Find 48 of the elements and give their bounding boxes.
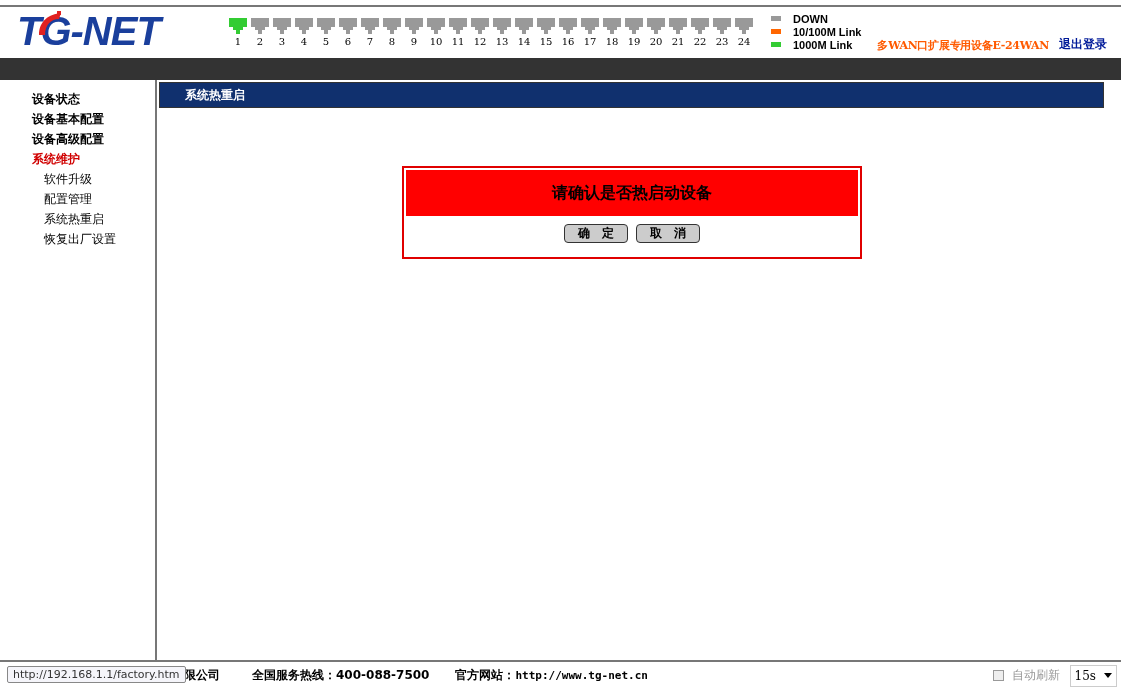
legend-label: 10/100M Link xyxy=(793,25,862,38)
port-number: 12 xyxy=(473,36,487,47)
port-number: 9 xyxy=(410,36,418,47)
dropdown-arrow-icon xyxy=(1104,673,1112,678)
sidebar-item[interactable]: 设备高级配置 xyxy=(32,132,104,147)
port-number: 18 xyxy=(605,36,619,47)
device-name: 多WAN口扩展专用设备E-24WAN xyxy=(877,38,1049,53)
sidebar-item[interactable]: 设备基本配置 xyxy=(32,112,104,127)
port-number: 11 xyxy=(451,36,465,47)
port-number: 6 xyxy=(344,36,352,47)
port-number: 16 xyxy=(561,36,575,47)
confirm-message: 请确认是否热启动设备 xyxy=(405,170,858,216)
port-number: 15 xyxy=(539,36,553,47)
port-number: 20 xyxy=(649,36,663,47)
sidebar-item[interactable]: 系统维护 xyxy=(32,152,80,167)
port-number: 5 xyxy=(322,36,330,47)
port-number: 19 xyxy=(627,36,641,47)
legend-label: 1000M Link xyxy=(793,38,853,51)
sidebar-subitem[interactable]: 软件升级 xyxy=(44,172,92,187)
port-number: 17 xyxy=(583,36,597,47)
port-number: 4 xyxy=(300,36,308,47)
website-text: 官方网站：http://www.tg-net.cn xyxy=(455,667,648,684)
port-number: 1 xyxy=(234,36,242,47)
port-number: 3 xyxy=(278,36,286,47)
port-number: 8 xyxy=(388,36,396,47)
hotline-text: 全国服务热线：400-088-7500 xyxy=(252,667,430,684)
checkbox-label: 自动刷新 xyxy=(1011,667,1060,684)
sidebar-item[interactable]: 设备状态 xyxy=(32,92,80,107)
cancel-button[interactable]: 取 消 xyxy=(635,224,700,243)
port-number: 2 xyxy=(256,36,264,47)
port-number: 21 xyxy=(671,36,685,47)
sidebar-subitem[interactable]: 配置管理 xyxy=(44,192,92,207)
page-title: 系统热重启 xyxy=(159,82,1104,108)
port-number: 7 xyxy=(366,36,374,47)
confirm-button[interactable]: 确 定 xyxy=(563,224,628,243)
port-number: 10 xyxy=(429,36,443,47)
logout-link[interactable]: 退出登录 xyxy=(1059,36,1107,53)
interval-dropdown[interactable]: 15s xyxy=(1069,664,1117,687)
port-number: 24 xyxy=(737,36,751,47)
status-tooltip: http://192.168.1.1/factory.htm xyxy=(7,666,186,683)
checkbox[interactable] xyxy=(992,670,1004,681)
legend-label: DOWN xyxy=(793,12,828,25)
port-number: 14 xyxy=(517,36,531,47)
port-number: 22 xyxy=(693,36,707,47)
port-number: 23 xyxy=(715,36,729,47)
sidebar-subitem[interactable]: 系统热重启 xyxy=(44,212,104,227)
port-number: 13 xyxy=(495,36,509,47)
sidebar-subitem[interactable]: 恢复出厂设置 xyxy=(44,232,116,247)
